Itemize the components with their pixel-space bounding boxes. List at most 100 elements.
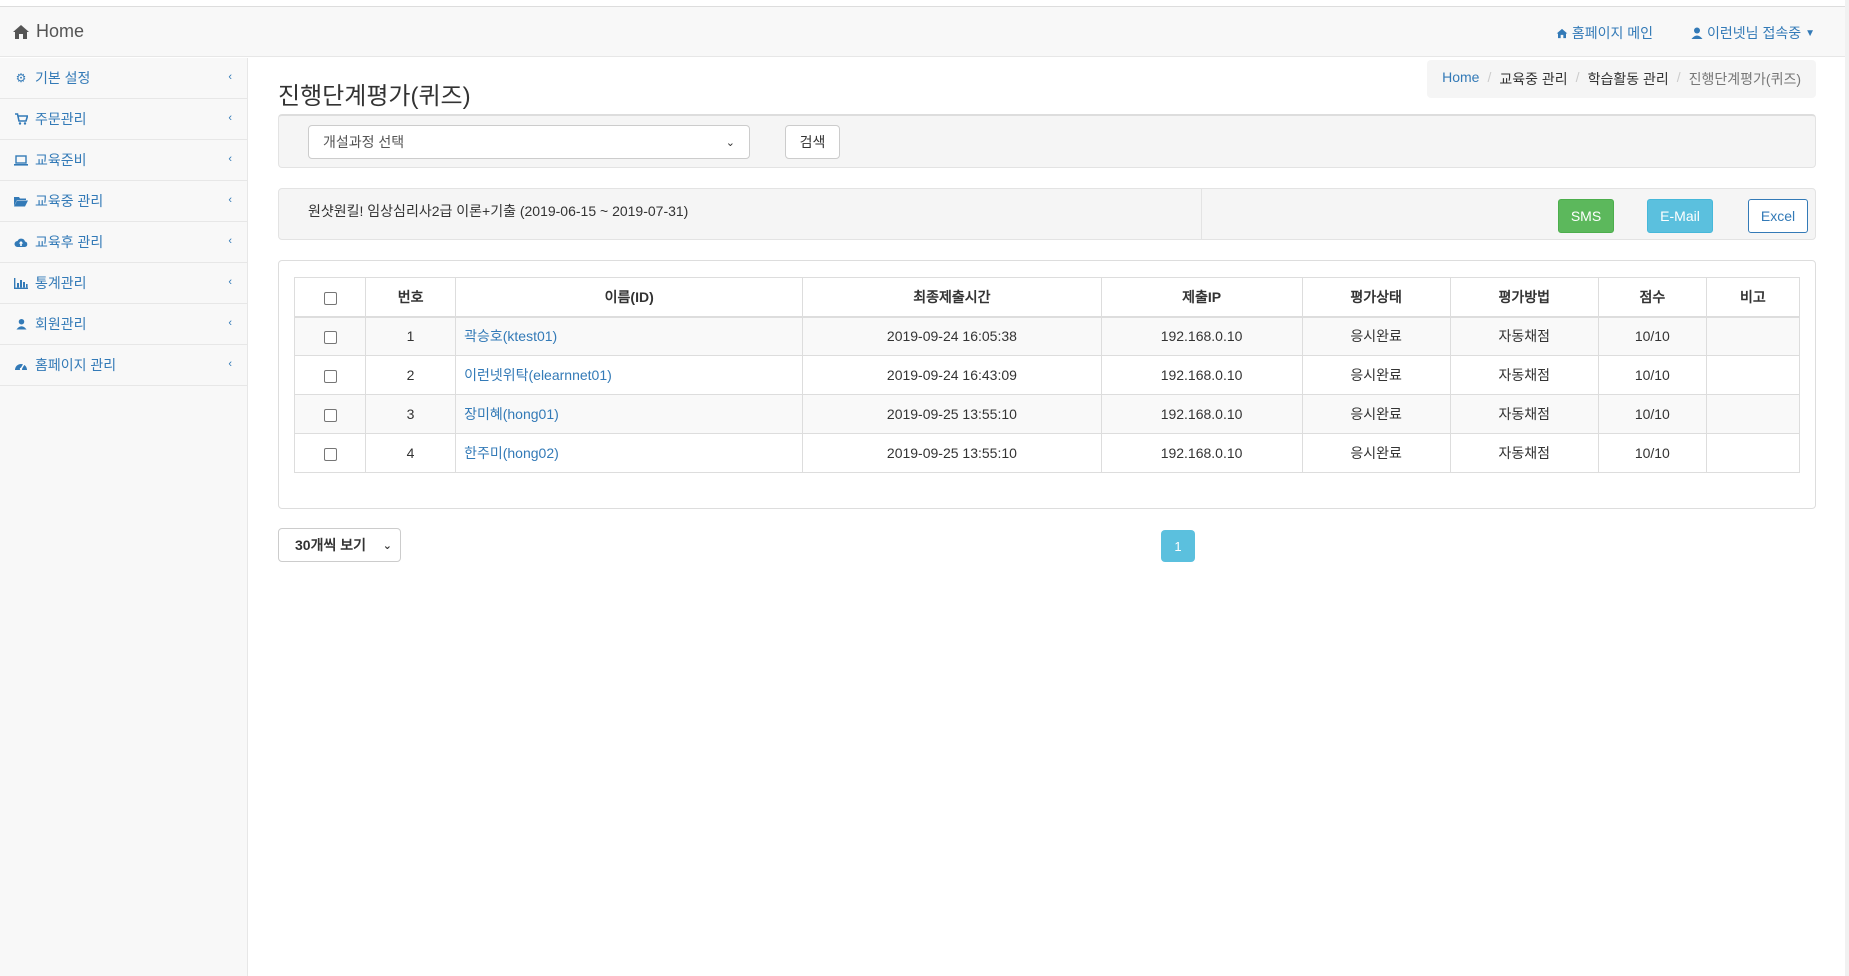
caret-down-icon: ▼	[1805, 27, 1815, 39]
cell-submit-time: 2019-09-25 13:55:10	[802, 433, 1102, 473]
email-button[interactable]: E-Mail	[1647, 199, 1713, 233]
cell-status: 응시완료	[1301, 355, 1451, 395]
sidebar-item-label: 회원관리	[35, 316, 87, 332]
cell-score: 10/10	[1597, 316, 1707, 356]
cell-ip: 192.168.0.10	[1100, 394, 1303, 434]
sidebar-item-label: 주문관리	[35, 111, 87, 127]
cell-method: 자동채점	[1449, 355, 1599, 395]
col-header-ip: 제출IP	[1100, 277, 1303, 318]
row-checkbox[interactable]	[323, 331, 337, 345]
breadcrumb-learning-activity: 학습활동 관리	[1587, 71, 1669, 87]
sidebar-item-post-education[interactable]: 교육후 관리 ‹	[0, 222, 247, 263]
sidebar-item-homepage-admin[interactable]: 홈페이지 관리 ‹	[0, 345, 247, 386]
search-button[interactable]: 검색	[785, 125, 840, 159]
cell-ip: 192.168.0.10	[1100, 316, 1303, 356]
page-title: 진행단계평가(퀴즈)	[278, 83, 471, 110]
cell-method: 자동채점	[1449, 394, 1599, 434]
cell-ip: 192.168.0.10	[1100, 355, 1303, 395]
divider	[1201, 189, 1202, 239]
cell-no: 1	[365, 316, 457, 356]
cell-name-link[interactable]: 곽승호(ktest01)	[455, 316, 804, 356]
chevron-left-icon: ‹	[228, 112, 232, 124]
cell-no: 4	[365, 433, 457, 473]
table-row: 4 한주미(hong02) 2019-09-25 13:55:10 192.16…	[293, 433, 1801, 473]
user-icon	[13, 318, 29, 330]
sidebar-item-orders[interactable]: 주문관리 ‹	[0, 99, 247, 140]
col-header-status: 평가상태	[1301, 277, 1451, 318]
user-status-label: 이런넷님 접속중	[1707, 25, 1802, 41]
chevron-left-icon: ‹	[228, 71, 232, 83]
sidebar-item-education-prep[interactable]: 교육준비 ‹	[0, 140, 247, 181]
top-navbar: Home 홈페이지 메인 이런넷님 접속중 ▼	[0, 7, 1849, 57]
col-header-note: 비고	[1705, 277, 1801, 318]
chevron-down-icon: ⌄	[725, 136, 735, 149]
breadcrumb-separator: /	[1487, 69, 1492, 85]
breadcrumb: Home / 교육중 관리 / 학습활동 관리 / 진행단계평가(퀴즈)	[1427, 60, 1816, 98]
dashboard-icon	[13, 360, 29, 371]
cell-status: 응시완료	[1301, 433, 1451, 473]
chevron-left-icon: ‹	[228, 194, 232, 206]
sidebar-item-statistics[interactable]: 통계관리 ‹	[0, 263, 247, 304]
sidebar-item-basic-settings[interactable]: ⚙ 기본 설정 ‹	[0, 58, 247, 99]
sidebar-item-label: 교육후 관리	[35, 234, 104, 250]
sms-button[interactable]: SMS	[1558, 199, 1614, 233]
row-checkbox[interactable]	[323, 408, 337, 422]
gears-icon: ⚙	[15, 71, 27, 85]
cell-name-link[interactable]: 이런넷위탁(elearnnet01)	[455, 355, 804, 395]
cell-submit-time: 2019-09-24 16:05:38	[802, 316, 1102, 356]
chevron-left-icon: ‹	[228, 153, 232, 165]
scrollbar[interactable]	[1845, 0, 1849, 976]
col-header-name: 이름(ID)	[455, 277, 804, 318]
cart-icon	[13, 113, 29, 125]
window-top-edge	[0, 0, 1849, 7]
brand-home-link[interactable]: Home	[12, 21, 84, 42]
chevron-left-icon: ‹	[228, 235, 232, 247]
results-table-panel: 번호 이름(ID) 최종제출시간 제출IP 평가상태 평가방법 점수 비고 1 …	[278, 260, 1816, 509]
pagination-page-1[interactable]: 1	[1161, 530, 1195, 562]
cell-status: 응시완료	[1301, 316, 1451, 356]
per-page-select[interactable]: 30개씩 보기 ⌄	[278, 528, 401, 562]
cell-note	[1705, 316, 1801, 356]
sidebar-item-in-education[interactable]: 교육중 관리 ‹	[0, 181, 247, 222]
cell-name-link[interactable]: 장미혜(hong01)	[455, 394, 804, 434]
row-select-cell	[293, 433, 367, 473]
homepage-main-link[interactable]: 홈페이지 메인	[1556, 23, 1653, 43]
row-checkbox[interactable]	[323, 369, 337, 383]
cell-score: 10/10	[1597, 355, 1707, 395]
cell-no: 2	[365, 355, 457, 395]
col-header-method: 평가방법	[1449, 277, 1599, 318]
breadcrumb-separator: /	[1575, 69, 1580, 85]
search-panel: 개설과정 선택 ⌄ 검색	[278, 114, 1816, 168]
course-info-panel: 원샷원킬! 임상심리사2급 이론+기출 (2019-06-15 ~ 2019-0…	[278, 188, 1816, 240]
cell-status: 응시완료	[1301, 394, 1451, 434]
row-checkbox[interactable]	[323, 447, 337, 461]
cell-name-link[interactable]: 한주미(hong02)	[455, 433, 804, 473]
course-select[interactable]: 개설과정 선택 ⌄	[308, 125, 750, 159]
breadcrumb-current: 진행단계평가(퀴즈)	[1688, 71, 1801, 87]
course-info-text: 원샷원킬! 임상심리사2급 이론+기출 (2019-06-15 ~ 2019-0…	[308, 203, 689, 219]
sidebar: ⚙ 기본 설정 ‹ 주문관리 ‹ 교육준비 ‹ 교육중 관리 ‹ 교육후 관리 …	[0, 58, 248, 976]
home-icon	[1556, 28, 1568, 38]
cell-note	[1705, 433, 1801, 473]
cell-note	[1705, 355, 1801, 395]
sidebar-item-label: 기본 설정	[35, 70, 91, 86]
course-select-value: 개설과정 선택	[323, 134, 405, 150]
row-select-cell	[293, 316, 367, 356]
table-header-row: 번호 이름(ID) 최종제출시간 제출IP 평가상태 평가방법 점수 비고	[293, 277, 1801, 318]
sidebar-item-members[interactable]: 회원관리 ‹	[0, 304, 247, 345]
user-menu-dropdown[interactable]: 이런넷님 접속중 ▼	[1691, 23, 1815, 43]
col-header-score: 점수	[1597, 277, 1707, 318]
table-row: 2 이런넷위탁(elearnnet01) 2019-09-24 16:43:09…	[293, 355, 1801, 395]
breadcrumb-home[interactable]: Home	[1442, 69, 1479, 89]
home-icon	[13, 24, 29, 39]
chevron-left-icon: ‹	[228, 276, 232, 288]
results-table: 번호 이름(ID) 최종제출시간 제출IP 평가상태 평가방법 점수 비고 1 …	[293, 277, 1801, 473]
table-row: 1 곽승호(ktest01) 2019-09-24 16:05:38 192.1…	[293, 316, 1801, 356]
select-all-checkbox[interactable]	[323, 291, 337, 305]
bar-chart-icon	[13, 277, 29, 289]
folder-open-icon	[13, 196, 29, 207]
excel-button[interactable]: Excel	[1748, 199, 1808, 233]
sidebar-item-label: 교육중 관리	[35, 193, 104, 209]
cell-no: 3	[365, 394, 457, 434]
breadcrumb-separator: /	[1676, 69, 1681, 85]
